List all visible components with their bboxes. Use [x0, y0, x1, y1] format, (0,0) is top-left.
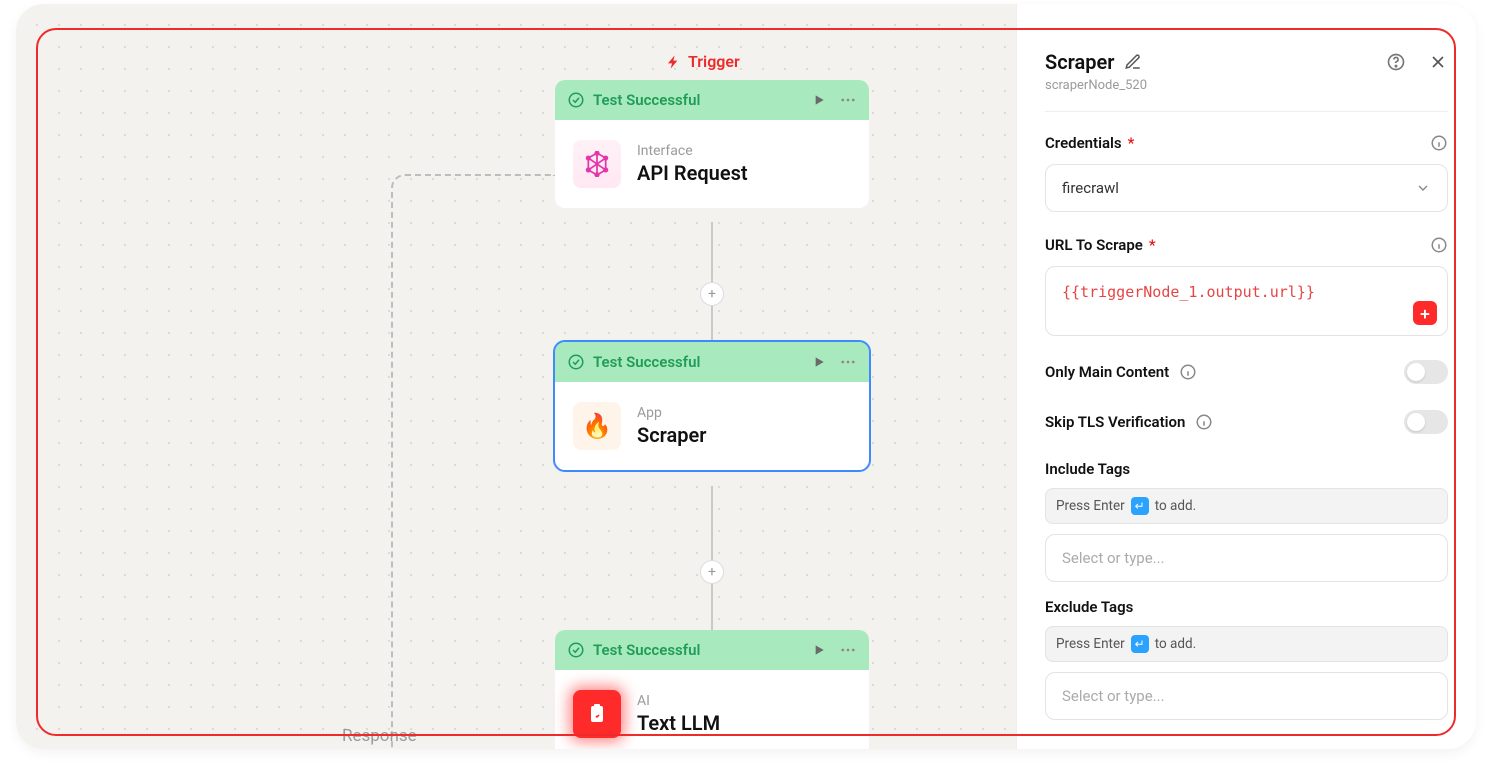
node-title: Scraper [637, 423, 706, 447]
credentials-select[interactable]: firecrawl [1045, 164, 1448, 212]
credentials-label: Credentials [1045, 134, 1122, 152]
node-title: Text LLM [637, 711, 720, 735]
info-icon[interactable] [1179, 363, 1197, 381]
node-status: Test Successful [593, 353, 803, 371]
edit-icon[interactable] [1124, 53, 1142, 71]
panel-title: Scraper [1045, 50, 1114, 74]
lightning-icon [666, 54, 682, 70]
node-header: Test Successful [555, 342, 869, 382]
exclude-tags-input[interactable]: Select or type... [1045, 672, 1448, 720]
more-icon[interactable] [839, 641, 857, 659]
panel-subtitle: scraperNode_520 [1045, 78, 1448, 93]
check-circle-icon [567, 641, 585, 659]
help-icon[interactable] [1386, 52, 1406, 72]
skip-tls-label: Skip TLS Verification [1045, 413, 1185, 431]
info-icon[interactable] [1195, 413, 1213, 431]
url-label: URL To Scrape [1045, 236, 1143, 254]
node-category: App [637, 405, 706, 421]
response-connector [391, 174, 555, 749]
enter-key-icon: ↵ [1131, 635, 1149, 653]
node-api-request[interactable]: Test Successful Interface API Request [555, 80, 869, 208]
node-header: Test Successful [555, 80, 869, 120]
node-scraper[interactable]: Test Successful 🔥 App Scraper [555, 342, 869, 470]
exclude-tags-hint: Press Enter ↵ to add. [1045, 626, 1448, 662]
required-marker: * [1149, 236, 1156, 254]
play-icon[interactable] [811, 92, 827, 108]
info-icon[interactable] [1430, 134, 1448, 152]
skip-tls-toggle[interactable] [1404, 410, 1448, 434]
info-icon[interactable] [1430, 236, 1448, 254]
only-main-label: Only Main Content [1045, 363, 1169, 381]
include-tags-input[interactable]: Select or type... [1045, 534, 1448, 582]
more-icon[interactable] [839, 91, 857, 109]
node-title: API Request [637, 161, 748, 185]
fire-icon: 🔥 [573, 402, 621, 450]
add-expression-button[interactable]: + [1413, 301, 1437, 325]
add-node-button[interactable]: + [700, 560, 724, 584]
exclude-tags-label: Exclude Tags [1045, 598, 1133, 616]
check-circle-icon [567, 91, 585, 109]
node-text-llm[interactable]: Test Successful AI Text LLM [555, 630, 869, 749]
url-input[interactable]: {{triggerNode_1.output.url}} + [1045, 266, 1448, 336]
node-header: Test Successful [555, 630, 869, 670]
check-circle-icon [567, 353, 585, 371]
play-icon[interactable] [811, 642, 827, 658]
node-category: Interface [637, 143, 748, 159]
node-status: Test Successful [593, 641, 803, 659]
include-tags-hint: Press Enter ↵ to add. [1045, 488, 1448, 524]
enter-key-icon: ↵ [1131, 497, 1149, 515]
trigger-label: Trigger [666, 52, 740, 71]
properties-panel: Scraper scraperNode_520 Credentials * fi… [1016, 4, 1476, 749]
chevron-down-icon [1415, 180, 1431, 196]
node-status: Test Successful [593, 91, 803, 109]
response-label: Response [342, 726, 417, 746]
close-icon[interactable] [1428, 52, 1448, 72]
graphql-icon [573, 140, 621, 188]
only-main-toggle[interactable] [1404, 360, 1448, 384]
more-icon[interactable] [839, 353, 857, 371]
play-icon[interactable] [811, 354, 827, 370]
node-category: AI [637, 693, 720, 709]
include-tags-label: Include Tags [1045, 460, 1130, 478]
required-marker: * [1128, 134, 1135, 152]
clipboard-icon [573, 690, 621, 738]
connector [711, 486, 713, 630]
add-node-button[interactable]: + [700, 282, 724, 306]
